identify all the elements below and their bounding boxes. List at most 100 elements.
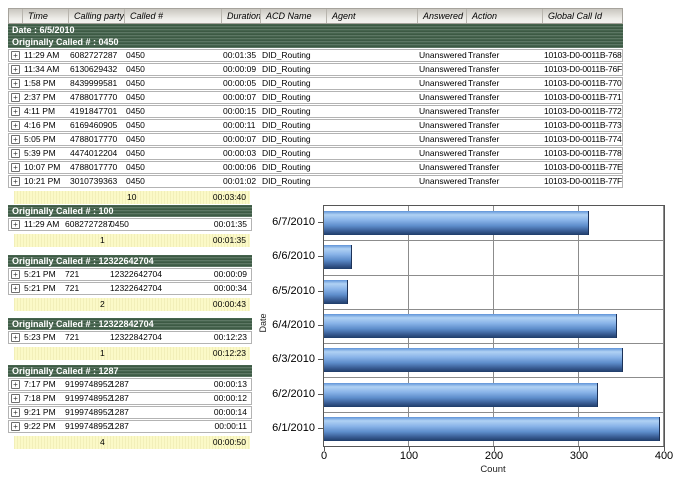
expand-icon[interactable]: + [11,422,20,431]
cell-global-call-id: 10103-D0-0011B-768 [542,50,628,61]
bar [324,417,660,441]
cell-time: 11:29 AM [22,219,63,230]
y-axis-tick-label: 6/1/2010 [255,422,315,434]
chart-plot [323,205,665,447]
cell-calling-party: 8439999581 [68,78,124,89]
cell-answered: Unanswered [417,106,466,117]
bar [324,383,598,407]
cell-agent [326,120,417,131]
expand-icon[interactable]: + [11,149,20,158]
expand-icon[interactable]: + [11,107,20,116]
call-detail-report-screen: Time Calling party # Called # Duration A… [0,0,676,485]
cell-called: 0450 [124,176,221,187]
summary-count: 2 [100,298,105,311]
expand-icon[interactable]: + [11,79,20,88]
y-axis-tick [318,291,323,292]
table-row: + 5:23 PM 721 12322842704 00:12:23 [8,331,252,344]
cell-called: 0450 [124,148,221,159]
col-header-duration[interactable]: Duration [221,9,260,23]
cell-agent [326,78,417,89]
expand-icon[interactable]: + [11,121,20,130]
cell-called: 0450 [124,78,221,89]
called-group-header: Originally Called # : 12322642704 [8,255,252,267]
expand-icon[interactable]: + [11,51,20,60]
cell-agent [326,148,417,159]
cell-global-call-id: 10103-D0-0011B-773 [542,120,628,131]
expand-icon[interactable]: + [11,284,20,293]
table-row: + 5:39 PM 4474012204 0450 00:00:03 DID_R… [8,147,623,160]
cell-called: 0450 [124,162,221,173]
cell-duration: 00:01:35 [221,50,260,61]
cell-duration: 00:00:07 [221,92,260,103]
expand-icon[interactable]: + [11,380,20,389]
y-axis-tick-label: 6/6/2010 [255,250,315,262]
bar [324,245,352,269]
cell-called: 1287 [108,407,178,418]
cell-duration: 00:01:35 [178,219,251,230]
expand-icon[interactable]: + [11,93,20,102]
y-axis-tick-label: 6/5/2010 [255,285,315,297]
x-axis-tick-label: 100 [400,450,418,462]
cell-action: Transfer [466,64,542,75]
y-axis-tick [318,428,323,429]
summary-count: 10 [127,191,136,204]
table-row: + 4:11 PM 4191847701 0450 00:00:15 DID_R… [8,105,623,118]
cell-answered: Unanswered [417,148,466,159]
cell-calling-party: 9199748952 [63,421,108,432]
cell-calling-party: 4191847701 [68,106,124,117]
cell-time: 5:23 PM [22,332,63,343]
count-by-date-bar-chart: Date Count 6/7/20106/6/20106/5/20106/4/2… [255,196,676,485]
cell-calling-party: 6082727287 [68,50,124,61]
expand-icon[interactable]: + [11,163,20,172]
col-header-answered[interactable]: Answered [417,9,466,23]
cell-time: 5:21 PM [22,283,63,294]
col-header-time[interactable]: Time [22,9,68,23]
col-header-calling-party[interactable]: Calling party # [68,9,124,23]
expand-icon[interactable]: + [11,408,20,417]
y-axis-tick [318,256,323,257]
cell-global-call-id: 10103-D0-0011B-778 [542,148,628,159]
cell-duration: 00:00:15 [221,106,260,117]
expand-icon[interactable]: + [11,135,20,144]
col-header-acd-name[interactable]: ACD Name [260,9,326,23]
cell-calling-party: 4788017770 [68,162,124,173]
cell-calling-party: 721 [63,269,108,280]
grid-line-horizontal [324,275,664,276]
cell-called: 0450 [124,106,221,117]
cell-duration: 00:01:02 [221,176,260,187]
expand-icon[interactable]: + [11,333,20,342]
table-row: + 10:07 PM 4788017770 0450 00:00:06 DID_… [8,161,623,174]
cell-action: Transfer [466,106,542,117]
cell-action: Transfer [466,148,542,159]
cell-calling-party: 9199748952 [63,407,108,418]
table-row: + 7:18 PM 9199748952 1287 00:00:12 [8,392,252,405]
table-row: + 4:16 PM 6169460905 0450 00:00:11 DID_R… [8,119,623,132]
cell-acd-name: DID_Routing [260,106,326,117]
group-summary-row: 4 00:00:50 [14,436,250,449]
cell-action: Transfer [466,50,542,61]
expand-icon[interactable]: + [11,65,20,74]
expand-icon[interactable]: + [11,394,20,403]
expand-icon[interactable]: + [11,220,20,229]
cell-called: 0450 [124,50,221,61]
x-axis-tick-label: 300 [570,450,588,462]
cell-acd-name: DID_Routing [260,50,326,61]
expand-icon[interactable]: + [11,177,20,186]
summary-count: 1 [100,347,105,360]
col-header-called[interactable]: Called # [124,9,221,23]
col-header-global-call-id[interactable]: Global Call Id [542,9,622,23]
bar [324,280,348,304]
cell-calling-party: 6082727287 [63,219,108,230]
cell-agent [326,64,417,75]
col-header-agent[interactable]: Agent [326,9,417,23]
cell-answered: Unanswered [417,162,466,173]
expand-icon[interactable]: + [11,270,20,279]
called-group-header: Originally Called # : 1287 [8,365,252,377]
cell-global-call-id: 10103-D0-0011B-774 [542,134,628,145]
cell-calling-party: 4474012204 [68,148,124,159]
cell-calling-party: 9199748952 [63,393,108,404]
col-header-action[interactable]: Action [466,9,542,23]
cell-duration: 00:00:05 [221,78,260,89]
summary-duration: 00:00:43 [213,298,246,311]
cell-agent [326,162,417,173]
